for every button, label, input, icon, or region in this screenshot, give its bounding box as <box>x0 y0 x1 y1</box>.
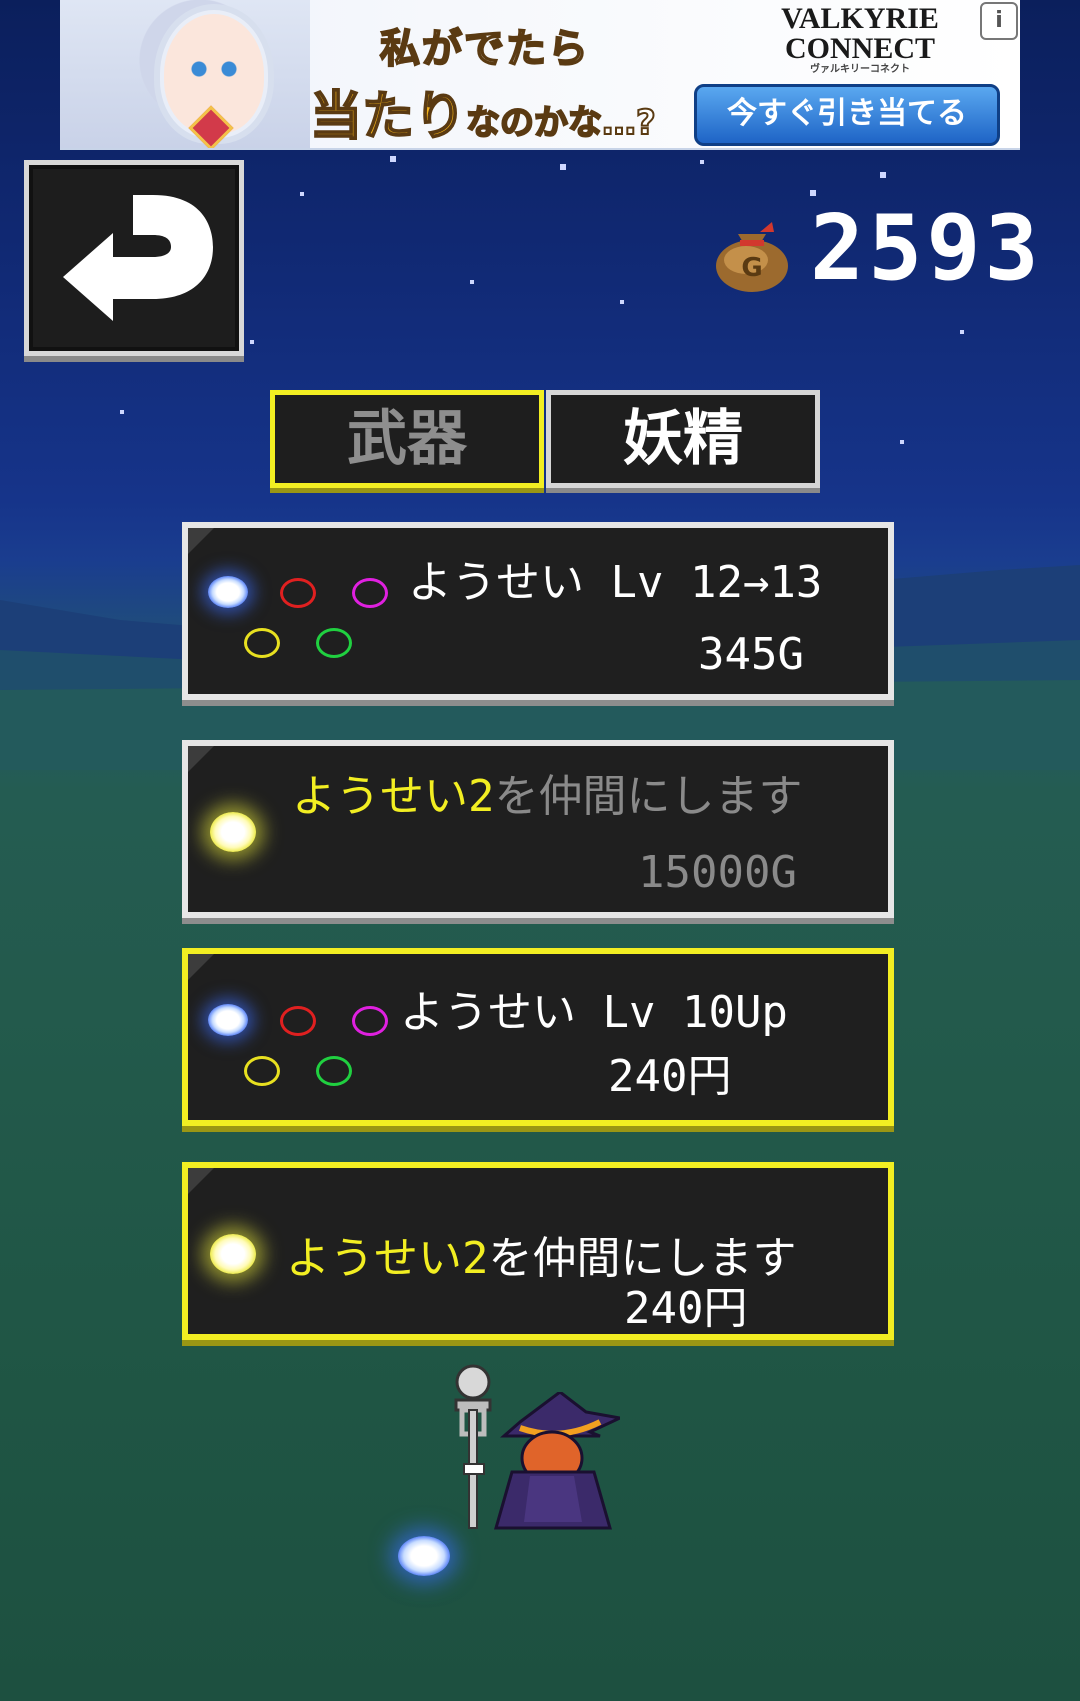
ad-headline-big: 当たり <box>309 86 467 148</box>
star <box>470 280 474 284</box>
yellow-ring-icon <box>244 628 280 658</box>
card-corner-decoration <box>188 746 214 772</box>
ad-character-art <box>60 0 310 148</box>
green-ring-icon <box>316 1056 352 1086</box>
recruit-fairy-gold-card[interactable]: ようせい2を仲間にします 15000G <box>182 740 894 918</box>
red-ring-icon <box>280 578 316 608</box>
card-corner-decoration <box>188 528 214 554</box>
tab-fairy[interactable]: 妖精 <box>546 390 820 488</box>
ad-headline-small: なのかな…? <box>465 102 657 144</box>
paid-recruit-suffix: を仲間にします <box>488 1233 797 1284</box>
upgrade-title: ようせい Lv 12→13 <box>408 557 823 608</box>
upgrade-price: 345G <box>698 629 804 680</box>
star <box>960 330 964 334</box>
ad-info-icon[interactable]: i <box>980 2 1018 40</box>
red-ring-icon <box>280 1006 316 1036</box>
star <box>880 172 886 178</box>
paid-recruit-title: ようせい2を仲間にします <box>286 1234 797 1284</box>
svg-text:G: G <box>741 253 762 283</box>
paid-upgrade-title: ようせい Lv 10Up <box>400 987 788 1038</box>
star <box>390 156 396 162</box>
upgrade-level-gold-card[interactable]: ようせい Lv 12→13 345G <box>182 522 894 700</box>
magenta-ring-icon <box>352 1006 388 1036</box>
gold-bag-icon: G <box>716 222 788 292</box>
return-arrow-icon <box>63 195 213 321</box>
yellow-ring-icon <box>244 1056 280 1086</box>
recruit-title: ようせい2を仲間にします <box>292 772 803 822</box>
yellow-fairy-orb-icon <box>210 812 256 852</box>
magenta-ring-icon <box>352 578 388 608</box>
gold-amount: 2593 <box>810 196 1043 301</box>
card-corner-decoration <box>188 1168 214 1194</box>
star <box>620 300 624 304</box>
recruit-fairy-paid-card[interactable]: ようせい2を仲間にします 240円 <box>182 1162 894 1340</box>
upgrade-level-paid-card[interactable]: ようせい Lv 10Up 240円 <box>182 948 894 1126</box>
star <box>120 410 124 414</box>
blue-fairy-orb-icon <box>208 1004 248 1036</box>
ad-brand-line2: CONNECT <box>784 32 935 65</box>
ad-headline-line2: 当たりなのかな…? <box>309 74 657 148</box>
yellow-fairy-orb-icon <box>210 1234 256 1274</box>
star <box>560 164 566 170</box>
recruit-fairy-name: ようせい2 <box>292 771 495 822</box>
ad-brand-logo: VALKYRIE CONNECT ヴァルキリーコネクト <box>760 4 960 76</box>
blue-fairy-orb-icon <box>208 576 248 608</box>
shop-tabs: 武器 妖精 <box>270 390 820 488</box>
star <box>900 440 904 444</box>
star <box>700 160 704 164</box>
paid-recruit-fairy-name: ようせい2 <box>286 1233 489 1284</box>
back-button[interactable] <box>24 160 244 356</box>
star <box>300 192 304 196</box>
ad-brand-kana: ヴァルキリーコネクト <box>810 64 910 75</box>
paid-upgrade-price: 240円 <box>608 1051 732 1102</box>
tab-weapon[interactable]: 武器 <box>270 390 544 488</box>
blue-fairy-companion <box>398 1536 450 1576</box>
green-ring-icon <box>316 628 352 658</box>
ad-headline-line1: 私がでたら <box>379 25 590 73</box>
wizard-player-sprite <box>494 1392 620 1530</box>
ad-brand-line1: VALKYRIE <box>781 2 939 35</box>
card-corner-decoration <box>188 954 214 980</box>
ad-banner[interactable]: 私がでたら 当たりなのかな…? VALKYRIE CONNECT ヴァルキリーコ… <box>60 0 1020 150</box>
paid-recruit-price: 240円 <box>624 1283 748 1334</box>
ad-cta-button[interactable]: 今すぐ引き当てる <box>694 84 1000 146</box>
recruit-price: 15000G <box>638 847 797 898</box>
star <box>250 340 254 344</box>
recruit-suffix: を仲間にします <box>494 771 803 822</box>
